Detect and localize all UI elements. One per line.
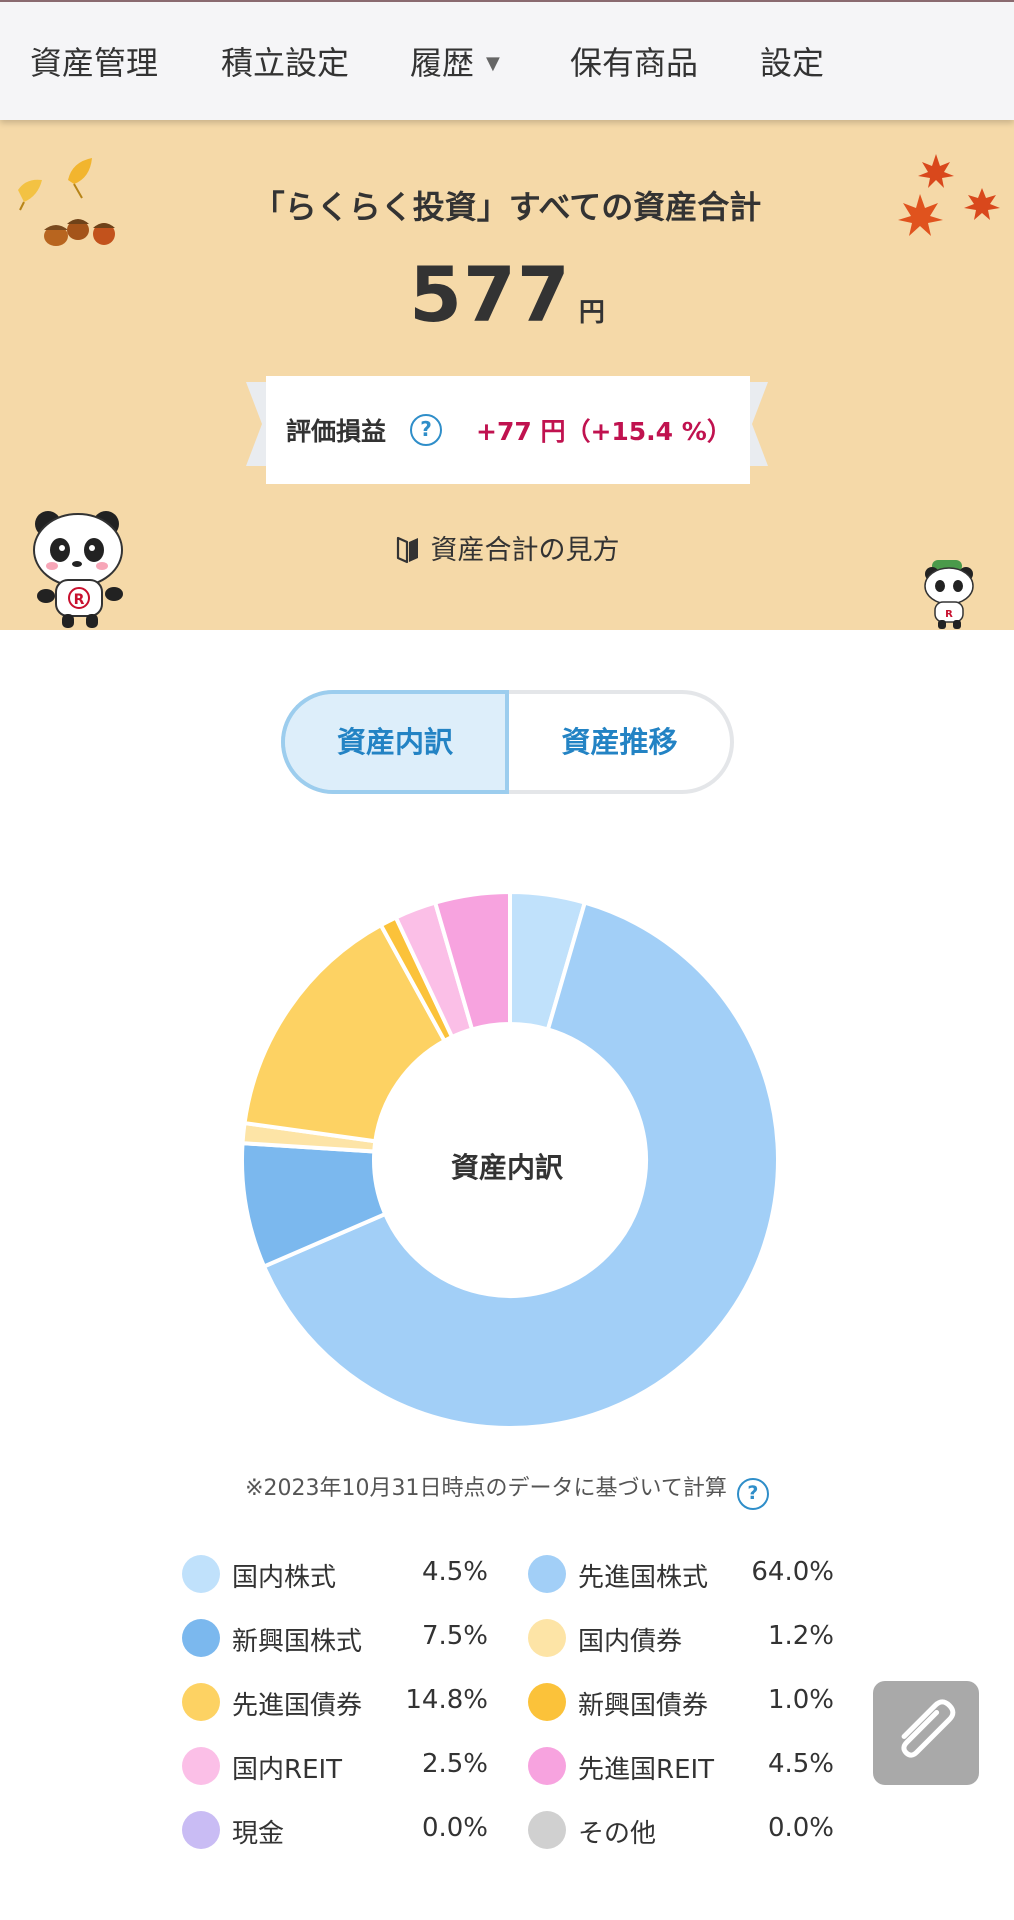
view-tab-group: 資産内訳 資産推移 (281, 690, 734, 794)
legend-item-percent: 4.5% (421, 1557, 488, 1587)
legend-item-percent: 1.2% (767, 1621, 834, 1651)
help-circle-icon[interactable]: ? (410, 414, 442, 446)
legend-item: 新興国株式 7.5% (182, 1617, 488, 1657)
data-date-note-text: ※2023年10月31日時点のデータに基づいて計算 (245, 1476, 727, 1501)
svg-text:R: R (945, 609, 953, 620)
paperclip-icon (901, 1699, 956, 1758)
legend-item-percent: 0.0% (421, 1813, 488, 1843)
total-assets-unit: 円 (578, 298, 605, 328)
legend-item: 国内株式 4.5% (182, 1553, 488, 1593)
how-to-read-label: 資産合計の見方 (430, 535, 620, 566)
legend-item-percent: 0.0% (767, 1813, 834, 1843)
nav-asset-management[interactable]: 資産管理 (30, 38, 158, 84)
donut-center-label: 資産内訳 (450, 1151, 563, 1184)
legend-color-dot (182, 1747, 220, 1785)
legend-item-name: 国内株式 (232, 1563, 337, 1593)
legend-item-name: その他 (578, 1819, 657, 1849)
legend-item-name: 先進国REIT (578, 1755, 715, 1785)
chevron-down-icon: ▼ (486, 53, 500, 74)
legend-color-dot (182, 1811, 220, 1849)
legend-item-name: 先進国株式 (578, 1563, 709, 1593)
legend-color-dot (528, 1555, 566, 1593)
legend-color-dot (182, 1555, 220, 1593)
legend-color-dot (528, 1811, 566, 1849)
book-icon (396, 536, 418, 564)
total-assets-title: 「らくらく投資」すべての資産合計 (252, 188, 762, 226)
legend-item: その他 0.0% (528, 1809, 834, 1849)
nav-holdings[interactable]: 保有商品 (570, 38, 698, 84)
help-circle-icon[interactable]: ? (736, 1478, 769, 1510)
legend-color-dot (528, 1683, 566, 1721)
small-panda-mascot-illustration: R (924, 560, 974, 629)
panda-mascot-illustration: R (33, 511, 123, 628)
legend-color-dot (528, 1747, 566, 1785)
legend-item: 先進国債券 14.8% (182, 1681, 488, 1721)
legend-item: 現金 0.0% (182, 1809, 488, 1849)
nav-settings[interactable]: 設定 (760, 38, 824, 84)
legend-item-percent: 7.5% (421, 1621, 488, 1651)
legend-item: 国内REIT 2.5% (182, 1745, 488, 1785)
nav-history-label: 履歴 (410, 44, 475, 82)
asset-summary-banner: R R 「らくらく投資」すべての資産合計 577 円 評価損益 ? +77 円（+… (0, 120, 1014, 630)
legend-color-dot (182, 1619, 220, 1657)
legend-item-percent: 1.0% (767, 1685, 834, 1715)
unrealized-gain-ribbon: 評価損益 ? +77 円（+15.4 %） (266, 376, 750, 484)
legend-item-name: 新興国株式 (232, 1627, 363, 1657)
tab-asset-breakdown[interactable]: 資産内訳 (285, 694, 509, 790)
legend-color-dot (182, 1683, 220, 1721)
legend-item-name: 先進国債券 (232, 1691, 363, 1721)
legend-item-percent: 14.8% (405, 1685, 488, 1715)
nav-history[interactable]: 履歴 ▼ (410, 38, 500, 84)
legend-item-name: 新興国債券 (578, 1691, 709, 1721)
top-nav: 資産管理 積立設定 履歴 ▼ 保有商品 設定 (0, 0, 1014, 120)
legend-item-percent: 64.0% (751, 1557, 834, 1587)
unrealized-gain-value: +77 円（+15.4 %） (476, 417, 732, 446)
svg-text:R: R (74, 592, 85, 608)
unrealized-gain-label: 評価損益 (286, 417, 387, 446)
legend-item-name: 国内REIT (232, 1755, 343, 1785)
legend-item: 新興国債券 1.0% (528, 1681, 834, 1721)
legend-item: 先進国株式 64.0% (528, 1553, 834, 1593)
attachment-button[interactable] (873, 1681, 979, 1785)
legend-item-percent: 4.5% (767, 1749, 834, 1779)
total-assets-value: 577 (409, 250, 571, 339)
legend-item: 国内債券 1.2% (528, 1617, 834, 1657)
legend-item-name: 国内債券 (578, 1627, 683, 1657)
total-assets-amount: 577 円 (0, 250, 1014, 339)
legend-item-percent: 2.5% (421, 1749, 488, 1779)
legend-item-name: 現金 (232, 1819, 285, 1849)
tab-asset-trend[interactable]: 資産推移 (509, 694, 730, 790)
legend-color-dot (528, 1619, 566, 1657)
nav-recurring-settings[interactable]: 積立設定 (221, 38, 349, 84)
how-to-read-link[interactable]: 資産合計の見方 (0, 528, 1014, 567)
legend-item: 先進国REIT 4.5% (528, 1745, 834, 1785)
data-date-note: ※2023年10月31日時点のデータに基づいて計算? (0, 1470, 1014, 1510)
